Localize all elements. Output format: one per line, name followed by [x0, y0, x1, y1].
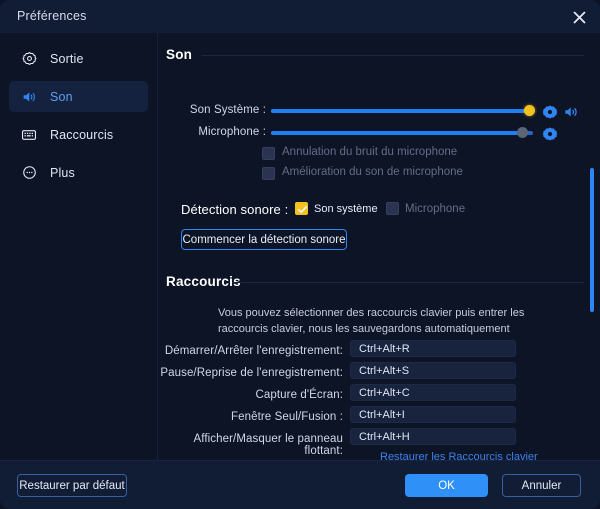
sidebar-item-raccourcis[interactable]: Raccourcis — [9, 119, 148, 150]
sidebar: Sortie Son — [0, 33, 158, 461]
detection-system-label: Son système — [314, 203, 378, 215]
microphone-slider-fill — [271, 131, 525, 135]
keyboard-icon — [17, 123, 41, 147]
window-title: Préférences — [17, 9, 87, 23]
sidebar-item-label: Sortie — [50, 52, 84, 66]
shortcut-label-window-mode: Fenêtre Seul/Fusion : — [158, 411, 343, 423]
sidebar-item-plus[interactable]: Plus — [9, 157, 148, 188]
noise-cancel-label: Annulation du bruit du microphone — [282, 146, 457, 158]
shortcut-input-pause-resume[interactable]: Ctrl+Alt+S — [350, 362, 516, 379]
section-heading-son: Son — [166, 47, 192, 62]
sidebar-item-label: Raccourcis — [50, 128, 113, 142]
system-sound-slider-knob[interactable] — [524, 105, 535, 116]
shortcut-input-toggle-panel[interactable]: Ctrl+Alt+H — [350, 428, 516, 445]
microphone-gear-icon[interactable] — [541, 125, 558, 142]
sound-enhance-checkbox[interactable] — [262, 167, 275, 180]
content-scrollbar-track[interactable] — [590, 33, 594, 461]
title-bar: Préférences — [0, 0, 600, 34]
detection-microphone-label: Microphone — [405, 203, 465, 215]
system-sound-label: Son Système : — [158, 104, 266, 116]
noise-cancel-checkbox[interactable] — [262, 147, 275, 160]
cancel-button[interactable]: Annuler — [502, 474, 581, 497]
preferences-content: Son Son Système : Microphone : — [158, 33, 600, 461]
sidebar-item-son[interactable]: Son — [9, 81, 148, 112]
section-divider — [232, 282, 584, 283]
ok-button[interactable]: OK — [405, 474, 488, 497]
section-heading-raccourcis: Raccourcis — [166, 274, 241, 289]
detection-system-checkbox[interactable] — [295, 202, 308, 215]
preferences-window: Préférences Sortie — [0, 0, 600, 509]
shortcut-label-screenshot: Capture d'Écran: — [158, 389, 343, 401]
settings-gear-icon — [17, 47, 41, 71]
sidebar-item-sortie[interactable]: Sortie — [9, 43, 148, 74]
shortcut-input-window-mode[interactable]: Ctrl+Alt+I — [350, 406, 516, 423]
shortcut-label-toggle-panel: Afficher/Masquer le panneau flottant: — [158, 433, 343, 457]
more-circle-icon — [17, 161, 41, 185]
close-icon[interactable] — [568, 6, 590, 28]
section-divider — [202, 55, 584, 56]
start-sound-detection-button[interactable]: Commencer la détection sonore — [181, 229, 347, 250]
microphone-slider-knob[interactable] — [517, 127, 528, 138]
shortcut-label-start-stop: Démarrer/Arrêter l'enregistrement: — [158, 345, 343, 357]
system-sound-gear-icon[interactable] — [541, 103, 558, 120]
detection-label: Détection sonore : — [181, 202, 288, 217]
sidebar-item-label: Plus — [50, 166, 75, 180]
restore-defaults-button[interactable]: Restaurer par défaut — [17, 474, 127, 497]
sound-enhance-label: Amélioration du son de microphone — [282, 166, 463, 178]
volume-icon[interactable] — [562, 103, 579, 120]
speaker-icon — [17, 85, 41, 109]
shortcuts-help-text: Vous pouvez sélectionner des raccourcis … — [218, 305, 574, 337]
content-scrollbar-thumb[interactable] — [590, 168, 594, 312]
system-sound-slider-fill — [271, 109, 533, 113]
microphone-label: Microphone : — [158, 126, 266, 138]
shortcut-input-start-stop[interactable]: Ctrl+Alt+R — [350, 340, 516, 357]
microphone-slider[interactable] — [271, 131, 533, 135]
shortcut-label-pause-resume: Pause/Reprise de l'enregistrement: — [158, 367, 343, 379]
detection-microphone-checkbox[interactable] — [386, 202, 399, 215]
sidebar-item-label: Son — [50, 90, 73, 104]
dialog-footer: Restaurer par défaut OK Annuler — [0, 460, 600, 509]
shortcut-input-screenshot[interactable]: Ctrl+Alt+C — [350, 384, 516, 401]
system-sound-slider[interactable] — [271, 109, 533, 113]
